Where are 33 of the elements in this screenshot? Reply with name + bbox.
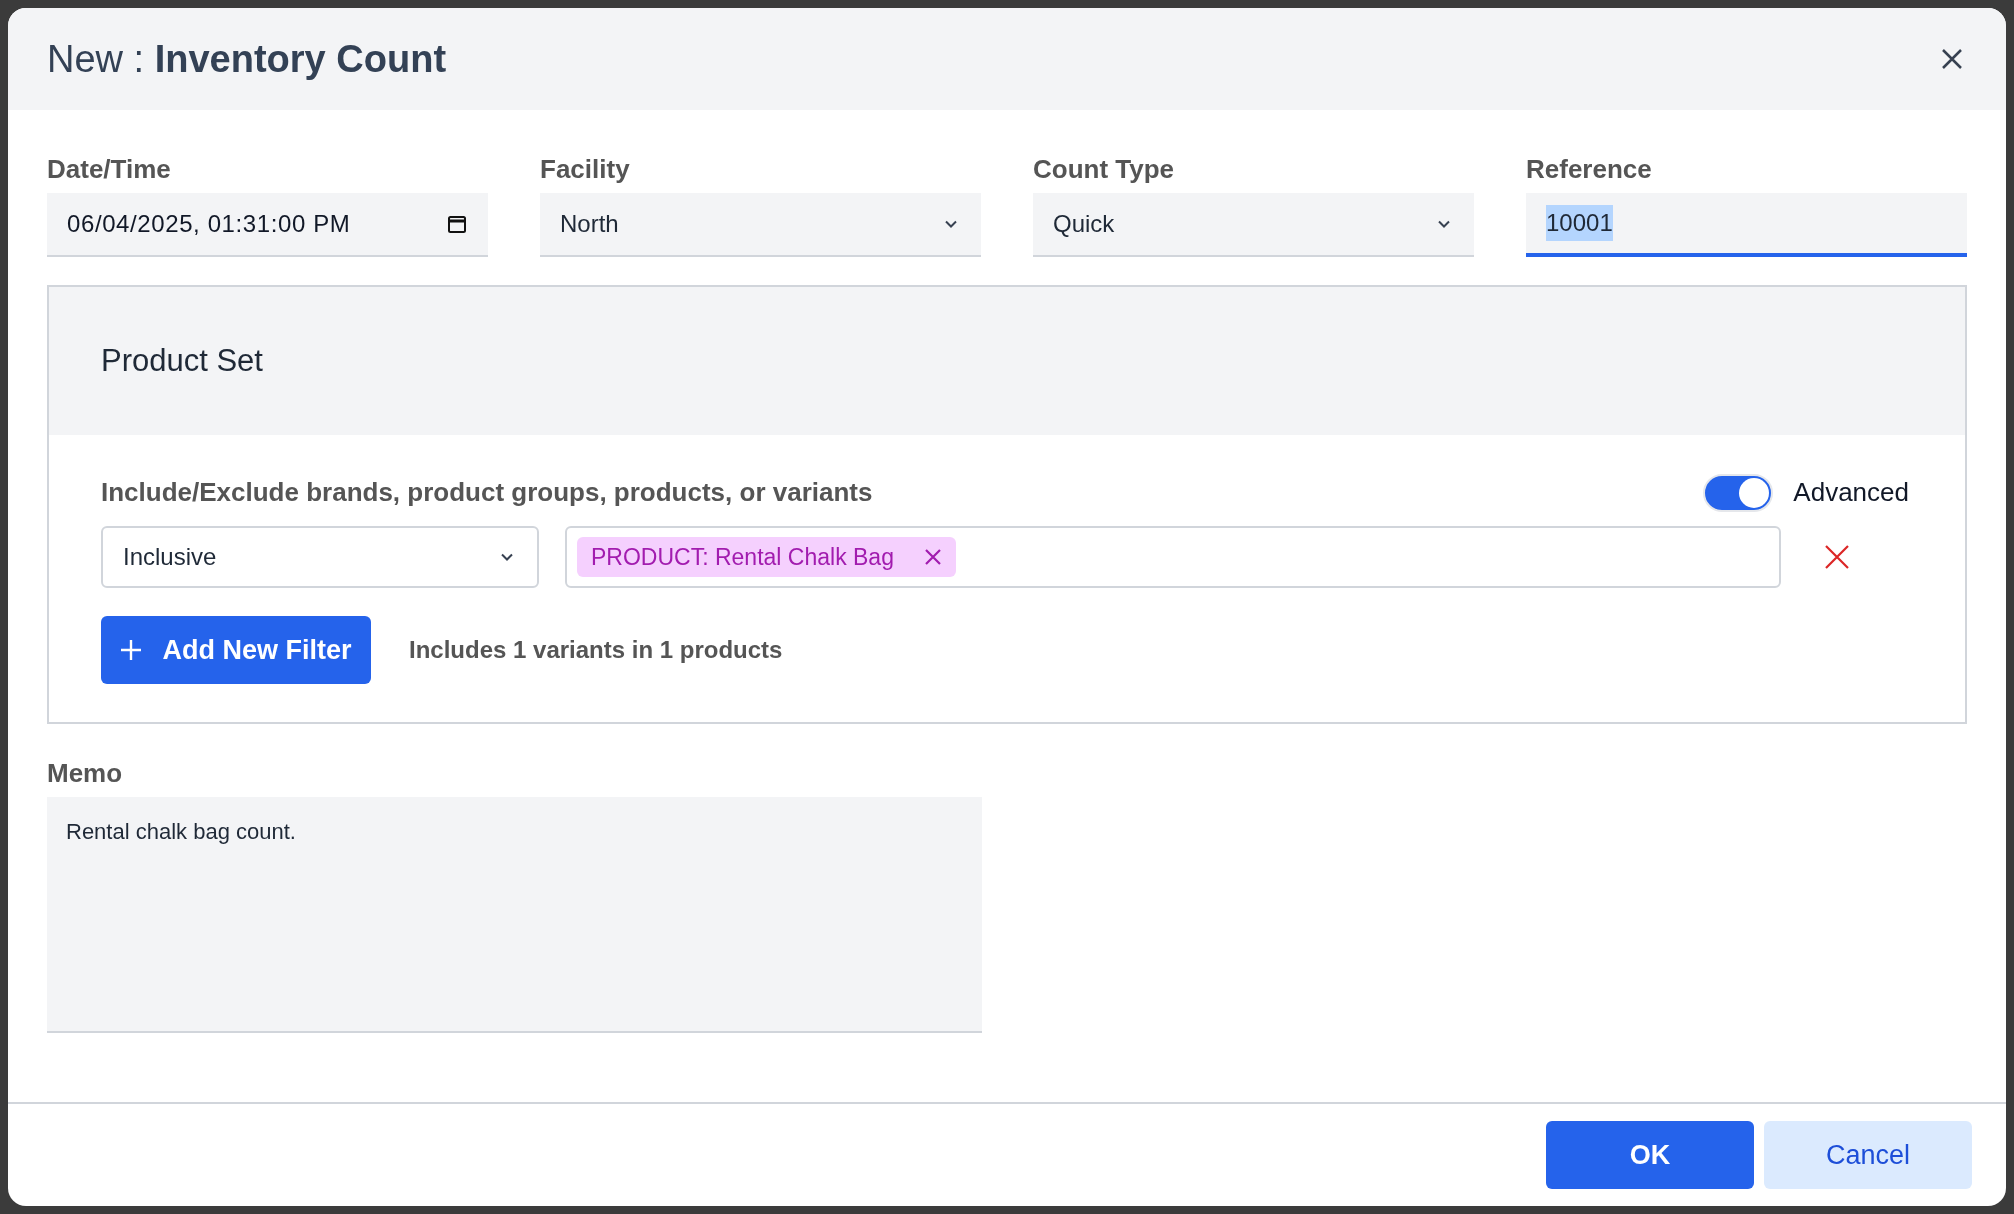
- field-label: Date/Time: [47, 153, 172, 186]
- toggle-label: Advanced: [1793, 476, 1909, 509]
- panel-title: Product Set: [101, 341, 263, 380]
- filter-label: Include/Exclude brands, product groups, products, or variants: [101, 476, 873, 509]
- memo-textarea[interactable]: Rental chalk bag count.: [47, 797, 982, 1033]
- select-field[interactable]: North: [540, 193, 981, 257]
- cancel-button[interactable]: Cancel: [1764, 1121, 1972, 1189]
- field-label: Reference: [1526, 153, 1653, 186]
- tag-text: PRODUCT: Rental Chalk Bag: [591, 542, 894, 572]
- memo-text: Rental chalk bag count.: [66, 819, 296, 844]
- dialog-title: New : Inventory Count: [47, 36, 447, 82]
- field-label: Facility: [540, 153, 631, 186]
- filter-summary: Includes 1 variants in 1 products: [409, 635, 783, 665]
- field-value: 06/04/2025, 01:31:00 PM: [67, 209, 351, 239]
- field-value: 10001: [1546, 205, 1613, 241]
- select-field[interactable]: Inclusive: [101, 526, 539, 588]
- select-field[interactable]: Quick: [1033, 193, 1474, 257]
- ok-button[interactable]: OK: [1546, 1121, 1754, 1189]
- field-label: Memo: [47, 757, 124, 790]
- input-field[interactable]: 10001: [1526, 193, 1967, 257]
- plus-icon: [120, 639, 143, 661]
- close-icon: [1824, 544, 1850, 570]
- calendar-icon: [446, 213, 468, 235]
- tag-input-field[interactable]: PRODUCT: Rental Chalk Bag: [565, 526, 1781, 588]
- add-filter-button[interactable]: Add New Filter: [101, 616, 371, 684]
- field-value: North: [560, 209, 619, 239]
- input-field[interactable]: 06/04/2025, 01:31:00 PM: [47, 193, 488, 257]
- field-label: Count Type: [1033, 153, 1176, 186]
- field-value: Quick: [1053, 209, 1115, 239]
- close-icon: [1940, 47, 1964, 71]
- remove-tag-icon[interactable]: [923, 548, 942, 566]
- field-value: Inclusive: [123, 542, 217, 572]
- toggle-switch[interactable]: [1703, 473, 1774, 512]
